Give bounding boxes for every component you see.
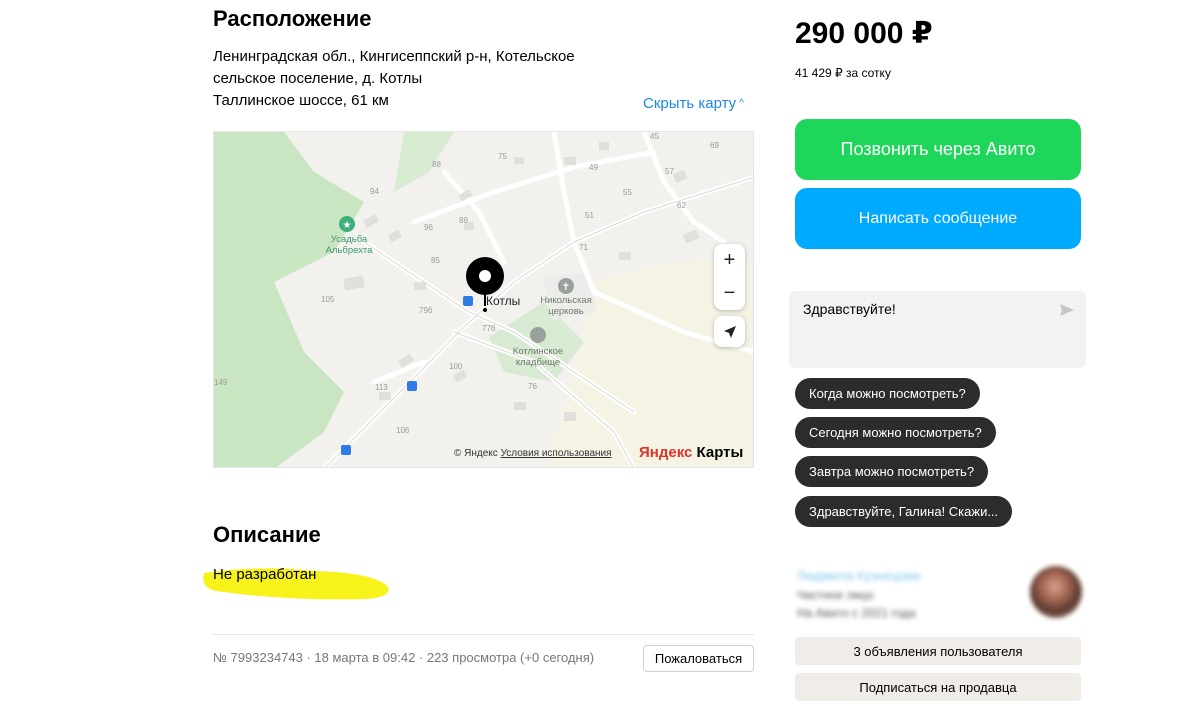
chat-input-text: Здравствуйте! bbox=[803, 301, 896, 317]
seller-type: Частное лицо bbox=[797, 588, 874, 602]
map-label-church-text: Никольская церковь bbox=[540, 295, 592, 317]
avatar[interactable] bbox=[1030, 566, 1082, 618]
map-house-number: 76 bbox=[528, 382, 537, 391]
map-house-number: 94 bbox=[370, 187, 379, 196]
hide-map-link[interactable]: Скрыть карту ^ bbox=[643, 95, 744, 112]
map-label-estate: Усадьба Альбрехта bbox=[314, 234, 384, 256]
map-label-village: Котлы bbox=[486, 294, 521, 308]
map-label-church: Никольская церковь bbox=[530, 295, 602, 317]
map-house-number: 113 bbox=[375, 383, 388, 392]
quick-reply-chip[interactable]: Сегодня можно посмотреть? bbox=[795, 417, 996, 448]
map-house-number: 62 bbox=[677, 201, 686, 210]
subscribe-button[interactable]: Подписаться на продавца bbox=[795, 673, 1081, 701]
copyright-text: © Яндекс bbox=[454, 448, 498, 459]
seller-since: На Авито с 2021 года bbox=[797, 606, 916, 620]
location-title: Расположение bbox=[213, 6, 372, 31]
description-title: Описание bbox=[213, 522, 321, 547]
map-house-number: 89 bbox=[459, 216, 468, 225]
price: 290 000 ₽ bbox=[795, 17, 933, 50]
map-label-cemetery-text: Котлинское кладбище bbox=[512, 346, 564, 368]
seller-name[interactable]: Людмила Кузнецова bbox=[797, 568, 920, 583]
map-copyright: © Яндекс Условия использования bbox=[454, 448, 612, 459]
report-button[interactable]: Пожаловаться bbox=[643, 645, 754, 672]
message-button[interactable]: Написать сообщение bbox=[795, 188, 1081, 249]
zoom-control: + − bbox=[714, 244, 745, 310]
svg-text:★: ★ bbox=[343, 220, 352, 231]
address-line: сельское поселение, д. Котлы bbox=[213, 70, 423, 87]
map-house-number: 85 bbox=[431, 256, 440, 265]
cemetery-icon bbox=[530, 327, 546, 343]
map-house-number: 75 bbox=[498, 152, 507, 161]
map-house-number: 71 bbox=[579, 243, 588, 252]
quick-reply-chip[interactable]: Здравствуйте, Галина! Скажи... bbox=[795, 496, 1013, 527]
send-icon[interactable] bbox=[1059, 303, 1075, 317]
price-per-unit: 41 429 ₽ за сотку bbox=[795, 66, 891, 80]
map-house-number: 51 bbox=[585, 211, 594, 220]
locate-button[interactable] bbox=[714, 316, 745, 347]
map-house-number: 49 bbox=[589, 163, 598, 172]
map-house-number: 69 bbox=[710, 141, 719, 150]
road-info: Таллинское шоссе, 61 км bbox=[213, 92, 389, 109]
address-line: Ленинградская обл., Кингисеппский р-н, К… bbox=[213, 48, 575, 65]
yandex-maps-logo[interactable]: Яндекс Карты bbox=[639, 444, 743, 461]
map-house-number: 96 bbox=[424, 223, 433, 232]
map-house-number: 105 bbox=[321, 295, 335, 304]
logo-yandex: Яндекс bbox=[639, 444, 693, 461]
logo-maps: Карты bbox=[696, 444, 744, 461]
map-house-number: 77б bbox=[482, 324, 496, 333]
address: Ленинградская обл., Кингисеппский р-н, К… bbox=[213, 46, 603, 112]
quick-reply-chip[interactable]: Когда можно посмотреть? bbox=[795, 378, 980, 409]
map-label-cemetery: Котлинское кладбище bbox=[502, 346, 574, 368]
terms-link[interactable]: Условия использования bbox=[501, 448, 612, 459]
call-button[interactable]: Позвонить через Авито bbox=[795, 119, 1081, 180]
hide-map-label: Скрыть карту bbox=[643, 95, 737, 112]
description-text: Не разработан bbox=[213, 566, 317, 583]
navigation-arrow-icon bbox=[723, 325, 736, 338]
map[interactable]: ★ ✝ Усадьба Альбрехта Никольская церковь… bbox=[213, 131, 754, 468]
divider bbox=[213, 634, 754, 635]
map-house-number: 149 bbox=[214, 378, 228, 387]
map-label-estate-text: Усадьба Альбрехта bbox=[325, 234, 373, 256]
svg-text:✝: ✝ bbox=[562, 282, 570, 293]
map-house-number: 45 bbox=[650, 132, 659, 141]
listing-meta: № 7993234743 · 18 марта в 09:42 · 223 пр… bbox=[213, 650, 595, 665]
quick-reply-chip[interactable]: Завтра можно посмотреть? bbox=[795, 456, 989, 487]
zoom-out-button[interactable]: − bbox=[714, 277, 745, 310]
map-house-number: 88 bbox=[432, 160, 441, 169]
zoom-in-button[interactable]: + bbox=[714, 244, 745, 277]
chevron-up-icon: ^ bbox=[739, 98, 744, 109]
map-house-number: 100 bbox=[449, 362, 463, 371]
map-house-number: 55 bbox=[623, 188, 632, 197]
chat-input[interactable]: Здравствуйте! bbox=[789, 291, 1086, 368]
map-house-number: 79б bbox=[419, 306, 433, 315]
map-house-number: 57 bbox=[665, 167, 674, 176]
user-ads-button[interactable]: 3 объявления пользователя bbox=[795, 637, 1081, 665]
map-house-number: 106 bbox=[396, 426, 410, 435]
